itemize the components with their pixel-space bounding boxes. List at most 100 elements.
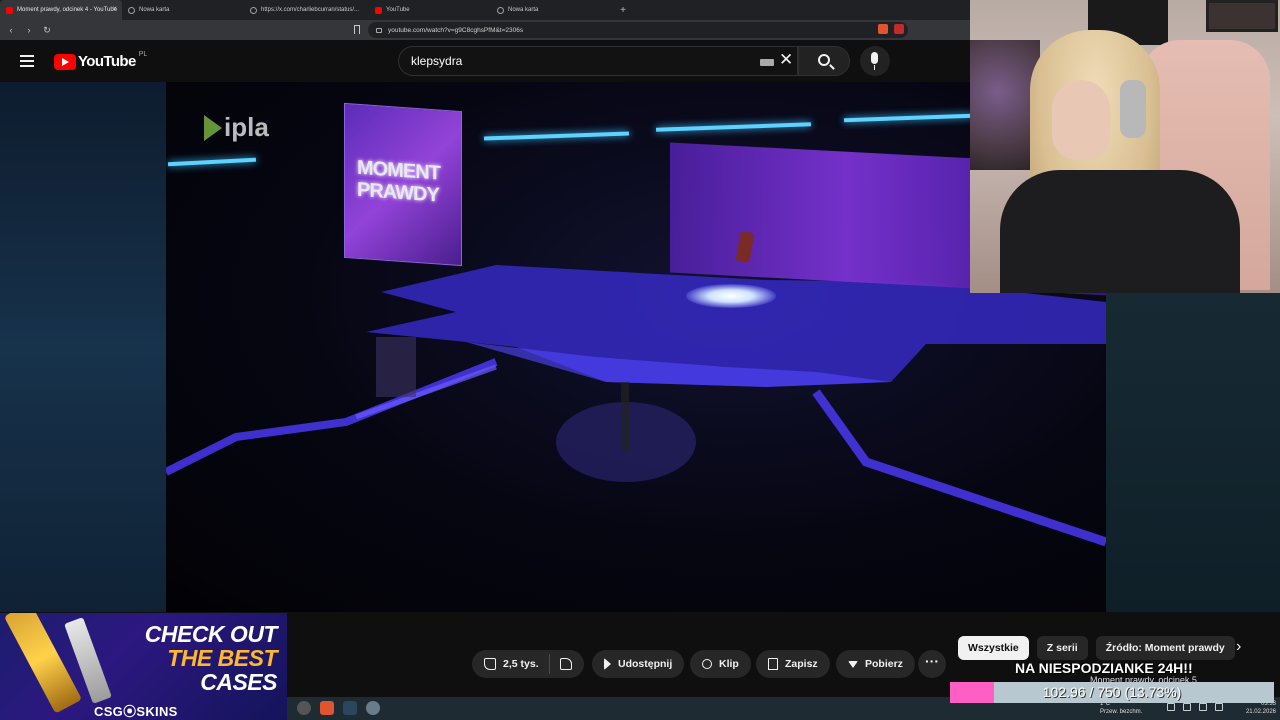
like-icon[interactable]: [484, 658, 496, 670]
save-button[interactable]: Zapisz: [756, 650, 830, 678]
csgo-skins-ad[interactable]: CHECK OUT THE BEST CASES CSG⦿SKINS: [0, 613, 287, 720]
taskbar-icons: [297, 701, 380, 715]
ipla-watermark: ipla: [204, 112, 269, 143]
ad-line-1: CHECK OUT: [144, 621, 278, 647]
tab-title: Nowa karta: [508, 7, 539, 13]
bookmark-save-icon: [768, 658, 778, 670]
watermark-text: ipla: [224, 112, 269, 142]
panel-text: MOMENT PRAWDY: [357, 156, 440, 207]
brave-icon[interactable]: [320, 701, 334, 715]
youtube-header: YouTube PL klepsydra ✕: [0, 40, 970, 82]
close-icon[interactable]: ×: [112, 5, 117, 13]
url-text: youtube.com/watch?v=g9C8cghsPfM&t=2306s: [388, 26, 524, 34]
streamer-face: [1052, 80, 1110, 160]
tab-title: https://x.com/charliebcurran/status/...: [261, 7, 360, 13]
youtube-play-icon: [54, 53, 76, 70]
extension-icons: [878, 24, 904, 34]
search-input[interactable]: klepsydra: [398, 46, 798, 76]
reload-icon[interactable]: ↻: [40, 25, 54, 36]
youtube-wordmark: YouTube: [78, 53, 136, 70]
dislike-icon[interactable]: [559, 658, 572, 670]
voice-search-icon[interactable]: [860, 46, 890, 76]
network-icon[interactable]: [1183, 703, 1191, 711]
forward-icon[interactable]: ›: [22, 25, 36, 35]
like-count[interactable]: 2,5 tys.: [503, 658, 539, 670]
divider: [548, 654, 550, 674]
chip-source[interactable]: Źródło: Moment prawdy: [1095, 636, 1235, 660]
tab-moment-prawdy[interactable]: Moment prawdy, odcinek 4 - YouTube ×: [0, 0, 122, 20]
menu-icon[interactable]: [20, 55, 34, 67]
ad-brand: CSG⦿SKINS: [94, 704, 178, 719]
back-icon[interactable]: ‹: [4, 25, 18, 35]
settings-icon[interactable]: [366, 701, 380, 715]
search-icon: [818, 54, 830, 66]
date: 21.02.2026: [1245, 709, 1276, 715]
search-value: klepsydra: [411, 54, 463, 68]
chip-all[interactable]: Wszystkie: [958, 636, 1029, 660]
url-field[interactable]: youtube.com/watch?v=g9C8cghsPfM&t=2306s: [368, 22, 908, 38]
new-tab-button[interactable]: +: [613, 0, 633, 20]
headset: [1120, 80, 1146, 138]
like-dislike-group: 2,5 tys.: [472, 650, 584, 678]
globe-icon: [250, 6, 257, 14]
recommendation-chips: Wszystkie Z serii Źródło: Moment prawdy: [958, 636, 1235, 660]
moment-prawdy-panel: MOMENT PRAWDY: [344, 102, 462, 267]
picture-frame: [1206, 0, 1278, 32]
player-left-backdrop: [0, 82, 166, 612]
keyboard-icon[interactable]: [760, 59, 774, 66]
share-icon: [604, 658, 611, 670]
youtube-icon: [375, 6, 382, 14]
download-icon: [848, 660, 858, 668]
tab-new-tab-2[interactable]: Nowa karta: [491, 0, 613, 20]
youtube-logo[interactable]: YouTube PL: [54, 51, 148, 70]
clip-button[interactable]: Klip: [690, 650, 751, 678]
clip-label: Klip: [719, 658, 739, 670]
browser-tab-bar: Moment prawdy, odcinek 4 - YouTube × Now…: [0, 0, 970, 20]
youtube-icon: [6, 6, 13, 14]
goal-title: NA NIESPODZIANKE 24H!!: [1015, 660, 1193, 676]
tab-youtube[interactable]: YouTube: [369, 0, 491, 20]
player-right-backdrop: [1106, 293, 1280, 612]
save-label: Zapisz: [785, 658, 818, 670]
globe-icon: [497, 6, 504, 14]
share-button[interactable]: Udostępnij: [592, 650, 685, 678]
spotlight: [686, 284, 776, 308]
webcam-overlay: [970, 0, 1280, 293]
streamer-body: [1000, 170, 1240, 293]
download-label: Pobierz: [865, 658, 903, 670]
search-button[interactable]: [798, 46, 850, 76]
ad-line-3: CASES: [200, 669, 277, 695]
more-actions-button[interactable]: ···: [918, 650, 946, 678]
browser-address-bar: ‹ › ↻ youtube.com/watch?v=g9C8cghsPfM&t=…: [0, 20, 970, 40]
screen: Moment prawdy, odcinek 4 - YouTube × Now…: [0, 0, 1280, 720]
weather-desc: Przew. bezchm.: [1100, 709, 1143, 715]
battery-icon[interactable]: [1215, 703, 1223, 711]
app-icon[interactable]: [297, 701, 311, 715]
brave-shield-icon[interactable]: [878, 24, 888, 34]
tab-title: Nowa karta: [139, 7, 170, 13]
download-button[interactable]: Pobierz: [836, 650, 915, 678]
site-info-icon[interactable]: [376, 27, 382, 33]
system-tray: [1167, 703, 1223, 711]
tab-x-status[interactable]: https://x.com/charliebcurran/status/...: [244, 0, 369, 20]
steam-icon[interactable]: [343, 701, 357, 715]
tab-title: Moment prawdy, odcinek 4 - YouTube: [17, 7, 118, 13]
tray-icon[interactable]: [1167, 703, 1175, 711]
donation-goal-bar: 102.96 / 750 (13.73%): [950, 682, 1274, 703]
clear-search-icon[interactable]: ✕: [779, 50, 793, 70]
goal-progress-text: 102.96 / 750 (13.73%): [1042, 684, 1182, 700]
chevron-right-icon[interactable]: ›: [1236, 638, 1241, 656]
volume-icon[interactable]: [1199, 703, 1207, 711]
share-label: Udostępnij: [618, 658, 673, 670]
tab-title: YouTube: [386, 7, 410, 13]
ad-line-2: THE BEST: [167, 645, 277, 671]
brave-rewards-icon[interactable]: [894, 24, 904, 34]
tab-new-tab[interactable]: Nowa karta: [122, 0, 244, 20]
video-player[interactable]: ipla MOMENT PRAWDY: [166, 82, 1106, 612]
bookmark-icon[interactable]: [354, 25, 360, 34]
scissors-icon: [702, 659, 712, 669]
globe-icon: [128, 6, 135, 14]
chip-from-series[interactable]: Z serii: [1036, 636, 1088, 660]
ipla-logo-icon: [204, 114, 222, 141]
country-code: PL: [138, 51, 148, 58]
